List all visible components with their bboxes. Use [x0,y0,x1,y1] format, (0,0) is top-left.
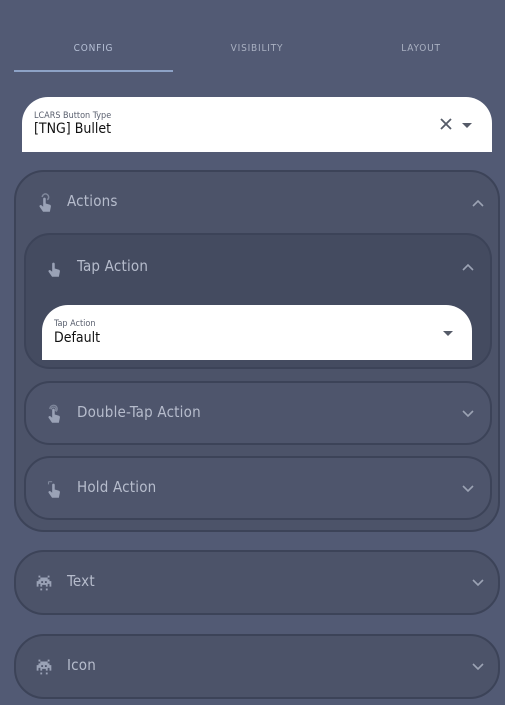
double-tap-action-header[interactable]: Double-Tap Action [26,383,490,445]
hold-action-header[interactable]: Hold Action [26,458,490,520]
actions-title: Actions [67,192,118,210]
hold-action-title: Hold Action [77,478,157,496]
space-invaders-icon [36,575,52,591]
double-tap-action-title: Double-Tap Action [77,403,201,421]
gesture-tap-icon [48,262,60,277]
button-type-select[interactable]: LCARS Button Type [TNG] Bullet [22,97,492,152]
tab-visibility[interactable]: Visibility [178,30,336,72]
actions-header[interactable]: Actions [16,172,498,234]
dropdown-arrow-icon[interactable] [462,123,472,128]
text-header[interactable]: Text [16,552,498,614]
chevron-down-icon[interactable] [472,663,484,671]
tap-action-title: Tap Action [77,257,149,275]
gesture-tap-icon [39,193,51,212]
text-panel: Text [14,550,500,615]
tap-action-panel: Tap Action Tap Action Default [24,233,492,369]
actions-panel: Actions Tap Action Tap Action Default Do… [14,170,500,532]
tap-action-header[interactable]: Tap Action [26,235,490,297]
tap-action-field-label: Tap Action [54,319,96,329]
button-type-value: [TNG] Bullet [34,121,112,137]
active-tab-indicator [14,70,173,72]
gesture-tap-hold-icon [47,481,60,498]
hold-action-panel: Hold Action [24,456,492,520]
tab-bar: Config Visibility Layout [14,30,491,72]
tab-config[interactable]: Config [14,30,173,72]
tap-action-field-value: Default [54,330,101,346]
chevron-down-icon[interactable] [462,485,474,493]
space-invaders-icon [36,659,52,675]
button-type-label: LCARS Button Type [34,111,112,121]
chevron-up-icon[interactable] [472,199,484,207]
icon-panel: Icon [14,634,500,699]
tap-action-select[interactable]: Tap Action Default [42,305,472,360]
dropdown-arrow-icon[interactable] [443,331,453,336]
icon-title: Icon [67,656,97,674]
gesture-double-tap-icon [48,404,60,423]
double-tap-action-panel: Double-Tap Action [24,381,492,445]
icon-header[interactable]: Icon [16,636,498,698]
clear-icon[interactable] [438,116,454,132]
chevron-up-icon[interactable] [462,263,474,271]
chevron-down-icon[interactable] [472,579,484,587]
text-title: Text [67,572,95,590]
chevron-down-icon[interactable] [462,410,474,418]
tab-layout[interactable]: Layout [342,30,500,72]
